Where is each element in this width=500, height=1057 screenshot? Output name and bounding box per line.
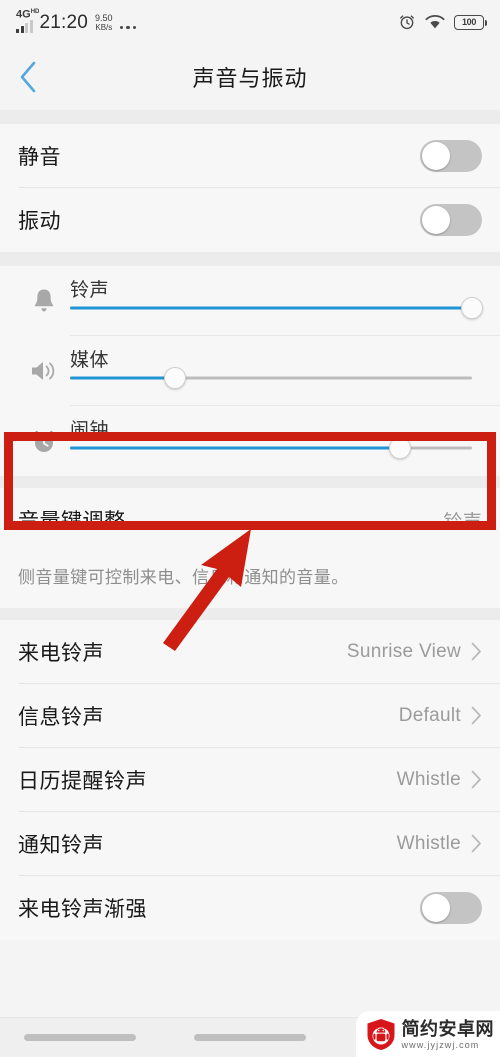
chevron-right-icon — [471, 770, 481, 789]
slider-row-alarm[interactable]: 闹钟 — [0, 406, 500, 476]
row-volume-key-right: 铃声 — [443, 507, 482, 534]
slider-body-ringtone: 铃声 — [70, 266, 483, 336]
volume-sliders-section: 铃声 媒体 闹钟 — [0, 266, 500, 476]
phone-screen: 4GHD 21:20 9.50 KB/s 100 声音与振动 静音 振动 铃声 … — [0, 0, 500, 1057]
bell-icon — [18, 287, 70, 315]
wifi-icon — [425, 15, 445, 29]
row-ringtone-fade-in-label: 来电铃声渐强 — [18, 897, 147, 921]
section-gap-sliders — [0, 252, 500, 266]
alarm-clock-icon — [400, 15, 414, 30]
row-silent[interactable]: 静音 — [0, 124, 500, 188]
battery-icon: 100 — [454, 14, 487, 30]
network-type-label: 4G — [16, 8, 31, 21]
battery-level-label: 100 — [461, 17, 477, 27]
volume-key-description: 侧音量键可控制来电、信息和通知的音量。 — [0, 552, 500, 608]
page-title: 声音与振动 — [192, 66, 308, 91]
row-ringtone-fade-in-right — [420, 891, 482, 924]
slider-thumb-media[interactable] — [163, 367, 186, 389]
row-vibrate-label: 振动 — [18, 210, 61, 233]
row-notification-ringtone-label: 通知铃声 — [18, 833, 104, 857]
toggle-section: 静音 振动 — [0, 124, 500, 252]
chevron-left-icon — [20, 61, 36, 93]
slider-row-media[interactable]: 媒体 — [0, 336, 500, 406]
chevron-right-icon — [471, 642, 481, 661]
more-dots-icon — [119, 25, 137, 34]
status-bar: 4GHD 21:20 9.50 KB/s 100 — [0, 0, 500, 44]
network-speed: 9.50 KB/s — [95, 13, 113, 33]
slider-thumb-ringtone[interactable] — [461, 297, 483, 319]
network-hd-label: HD — [30, 9, 40, 15]
slider-body-media: 媒体 — [70, 336, 482, 406]
signal-icon: 4GHD — [16, 8, 39, 33]
ringtone-section: 来电铃声 Sunrise View 信息铃声 Default 日历提醒铃声 Wh… — [0, 619, 500, 940]
slider-body-alarm: 闹钟 — [70, 406, 482, 476]
back-button[interactable] — [0, 49, 56, 105]
status-time: 21:20 — [39, 12, 89, 33]
row-message-ringtone-value: Default — [398, 704, 461, 726]
row-volume-key[interactable]: 音量键调整 铃声 — [0, 488, 500, 552]
row-vibrate-right — [420, 204, 482, 236]
title-bar: 声音与振动 — [0, 44, 500, 110]
slider-row-ringtone[interactable]: 铃声 — [0, 266, 500, 336]
section-gap-top — [0, 110, 500, 124]
slider-track-ringtone[interactable] — [70, 297, 483, 319]
row-calendar-ringtone-value: Whistle — [396, 768, 461, 790]
volume-key-section: 音量键调整 铃声 侧音量键可控制来电、信息和通知的音量。 — [0, 488, 500, 608]
row-call-ringtone-value: Sunrise View — [346, 640, 461, 662]
row-calendar-ringtone-right: Whistle — [397, 769, 482, 791]
chevron-right-icon — [471, 706, 481, 725]
watermark-text: 简约安卓网 www.jyjzwj.com — [402, 1020, 495, 1050]
section-gap-volumekey — [0, 476, 500, 488]
chevron-right-icon — [471, 834, 481, 853]
row-volume-key-value: 铃声 — [443, 511, 482, 533]
silent-toggle[interactable] — [420, 140, 482, 172]
row-message-ringtone[interactable]: 信息铃声 Default — [0, 683, 500, 748]
nav-back-pill[interactable] — [24, 1034, 136, 1041]
row-silent-label: 静音 — [18, 146, 61, 169]
row-call-ringtone[interactable]: 来电铃声 Sunrise View — [0, 619, 500, 684]
row-message-ringtone-label: 信息铃声 — [18, 705, 104, 729]
speaker-icon — [18, 358, 70, 384]
nav-home-pill[interactable] — [194, 1034, 306, 1041]
site-watermark: 简约安卓网 www.jyjzwj.com — [355, 1011, 500, 1057]
row-call-ringtone-right: Sunrise View — [347, 641, 482, 663]
alarm-clock-icon — [18, 426, 70, 456]
row-call-ringtone-label: 来电铃声 — [18, 641, 104, 665]
status-bar-left: 4GHD 21:20 9.50 KB/s — [16, 8, 137, 34]
slider-thumb-alarm[interactable] — [388, 437, 411, 459]
section-gap-ringtones — [0, 607, 500, 620]
vibrate-toggle[interactable] — [420, 204, 482, 236]
slider-track-alarm[interactable] — [70, 437, 472, 459]
row-calendar-ringtone[interactable]: 日历提醒铃声 Whistle — [0, 747, 500, 812]
slider-track-media[interactable] — [70, 367, 472, 389]
row-ringtone-fade-in[interactable]: 来电铃声渐强 — [0, 875, 500, 940]
watermark-url: www.jyjzwj.com — [401, 1039, 480, 1050]
row-message-ringtone-right: Default — [399, 705, 482, 727]
status-bar-right: 100 — [398, 13, 487, 31]
ringtone-fade-in-toggle[interactable] — [420, 891, 482, 924]
row-notification-ringtone[interactable]: 通知铃声 Whistle — [0, 811, 500, 876]
row-vibrate[interactable]: 振动 — [0, 188, 500, 252]
watermark-site-name: 简约安卓网 — [401, 1018, 494, 1039]
network-speed-unit: KB/s — [95, 22, 113, 32]
row-calendar-ringtone-label: 日历提醒铃声 — [18, 769, 147, 793]
row-silent-right — [420, 140, 482, 172]
row-notification-ringtone-right: Whistle — [397, 833, 482, 855]
row-volume-key-label: 音量键调整 — [18, 510, 126, 533]
android-shield-icon — [367, 1019, 394, 1050]
row-notification-ringtone-value: Whistle — [396, 832, 461, 854]
